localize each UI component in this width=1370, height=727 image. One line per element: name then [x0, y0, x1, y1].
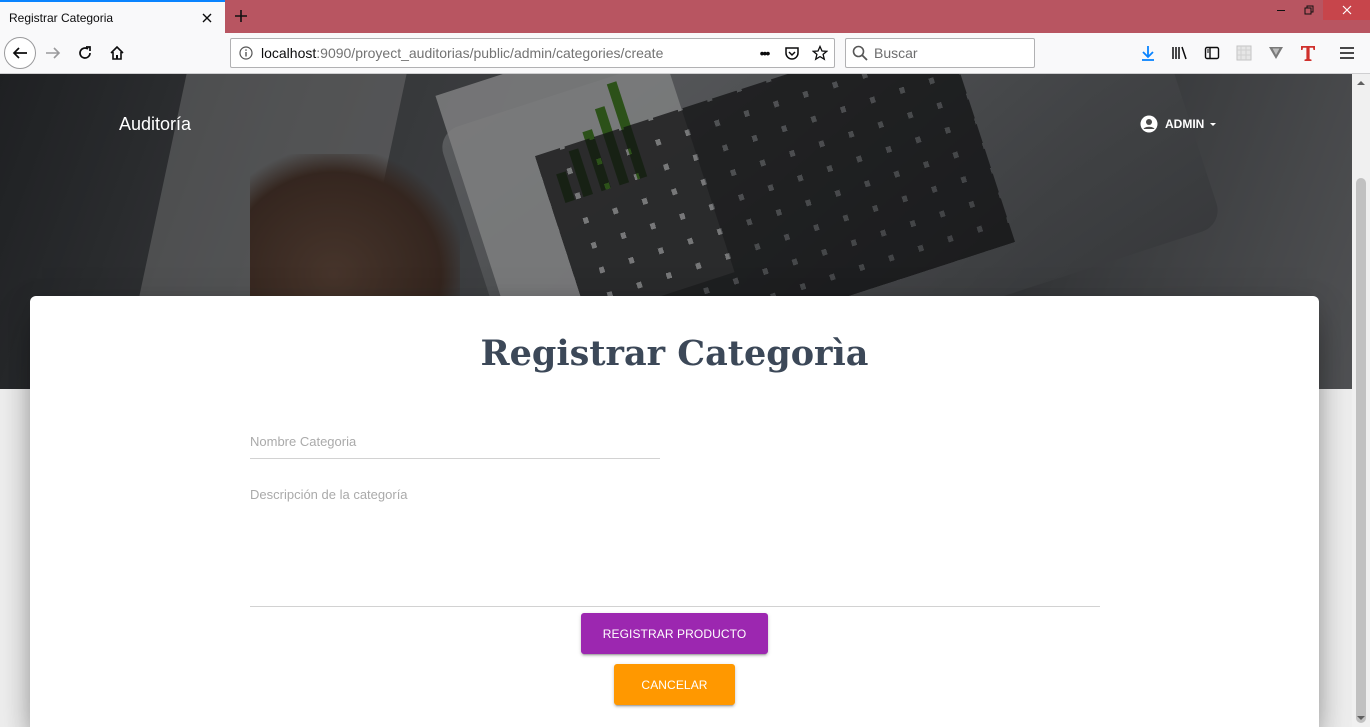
home-icon[interactable]	[102, 38, 132, 68]
bookmark-star-icon[interactable]	[806, 39, 834, 67]
tab-close-icon[interactable]	[196, 7, 218, 29]
caret-down-icon	[1210, 123, 1217, 126]
category-description-textarea[interactable]: Descripción de la categoría	[250, 486, 1100, 607]
url-bar[interactable]: localhost:9090/proyect_auditorias/public…	[230, 38, 835, 68]
url-path: :9090/proyect_auditorias/public/admin/ca…	[316, 45, 664, 61]
page-viewport: Auditoría ADMIN Registrar Categorìa Nomb…	[0, 74, 1352, 727]
category-name-placeholder: Nombre Categoria	[250, 434, 357, 449]
library-icon[interactable]	[1166, 39, 1194, 67]
user-dropdown[interactable]: ADMIN	[1140, 115, 1219, 133]
forward-arrow-icon[interactable]	[38, 38, 68, 68]
navbar-brand[interactable]: Auditoría	[119, 114, 191, 135]
extension-grid-icon[interactable]	[1230, 39, 1258, 67]
site-info-icon[interactable]	[231, 39, 261, 67]
extension-t-icon[interactable]	[1294, 39, 1322, 67]
tab-strip: Registrar Categoria	[0, 0, 1370, 33]
scroll-down-arrow-icon[interactable]	[1352, 709, 1370, 727]
navigation-toolbar: localhost:9090/proyect_auditorias/public…	[0, 33, 1370, 74]
url-host: localhost	[261, 45, 317, 61]
tab-active[interactable]: Registrar Categoria	[0, 0, 225, 33]
register-button[interactable]: REGISTRAR PRODUCTO	[581, 613, 768, 654]
extension-shield-icon[interactable]	[1262, 39, 1290, 67]
back-arrow-icon[interactable]	[4, 37, 36, 69]
tab-title: Registrar Categoria	[9, 10, 114, 25]
user-menu-label: ADMIN	[1165, 117, 1205, 131]
page-title: Registrar Categorìa	[480, 333, 869, 374]
pocket-icon[interactable]	[778, 39, 806, 67]
account-circle-icon	[1140, 115, 1158, 133]
category-name-input[interactable]: Nombre Categoria	[250, 433, 660, 459]
sidebar-icon[interactable]	[1198, 39, 1226, 67]
window-controls	[1267, 0, 1370, 20]
scroll-up-arrow-icon[interactable]	[1352, 74, 1370, 92]
scrollbar-thumb[interactable]	[1356, 178, 1366, 723]
cancel-button[interactable]: CANCELAR	[614, 664, 735, 705]
category-description-placeholder: Descripción de la categoría	[250, 487, 408, 502]
restore-icon[interactable]	[1295, 0, 1323, 20]
form-card: Registrar Categorìa Nombre Categoria Des…	[30, 296, 1319, 727]
url-text[interactable]: localhost:9090/proyect_auditorias/public…	[261, 45, 750, 61]
search-icon	[852, 45, 868, 61]
vertical-scrollbar[interactable]	[1352, 74, 1370, 727]
reload-icon[interactable]	[70, 38, 100, 68]
download-icon[interactable]	[1134, 39, 1162, 67]
minimize-icon[interactable]	[1267, 0, 1295, 20]
search-bar[interactable]: Buscar	[845, 38, 1035, 68]
search-placeholder: Buscar	[874, 45, 918, 61]
hamburger-menu-icon[interactable]	[1333, 39, 1361, 67]
window-close-icon[interactable]	[1323, 0, 1370, 20]
page-actions-icon[interactable]: •••	[750, 39, 778, 67]
new-tab-button[interactable]	[229, 4, 253, 28]
